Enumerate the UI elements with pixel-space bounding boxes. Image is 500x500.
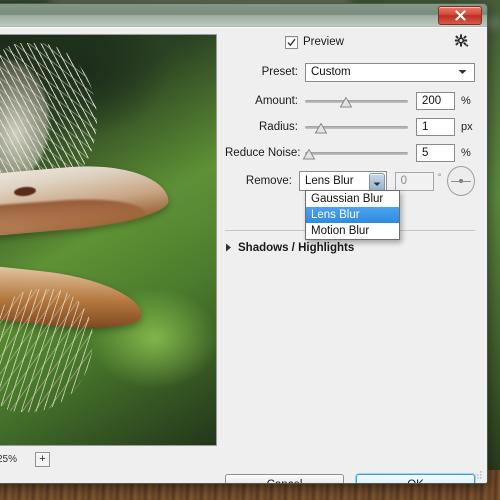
reduce-noise-unit: %	[455, 147, 475, 159]
close-window-button[interactable]	[438, 6, 482, 25]
preview-checkbox-label[interactable]: Preview	[303, 36, 344, 48]
radius-label: Radius:	[225, 121, 305, 133]
angle-degree-symbol: °	[438, 170, 442, 182]
close-x-icon	[454, 10, 467, 21]
radius-value-field[interactable]: 1	[416, 118, 455, 136]
dialog-button-bar: Cancel OK	[225, 474, 475, 484]
image-preview-pane[interactable]	[0, 34, 217, 446]
preset-value: Custom	[311, 66, 351, 78]
amount-label: Amount:	[225, 95, 305, 107]
preset-select[interactable]: Custom	[305, 63, 475, 82]
reduce-noise-slider-thumb[interactable]	[303, 147, 316, 158]
dropdown-option-lens-blur[interactable]: Lens Blur	[306, 207, 399, 223]
smart-sharpen-dialog: 25% + Preview	[0, 3, 488, 484]
remove-value: Lens Blur	[305, 175, 354, 187]
radius-row: Radius: 1 px	[225, 116, 475, 138]
preview-row: Preview	[225, 32, 475, 52]
chevron-down-icon	[458, 66, 467, 78]
dialog-titlebar[interactable]	[0, 4, 487, 27]
bird-bristles	[0, 289, 93, 412]
angle-dial[interactable]	[447, 166, 475, 196]
amount-slider[interactable]	[305, 93, 408, 109]
remove-dropdown-list[interactable]: Gaussian Blur Lens Blur Motion Blur	[305, 190, 400, 240]
remove-label: Remove:	[225, 175, 299, 187]
gear-icon[interactable]	[453, 33, 469, 49]
triangle-right-icon	[225, 239, 232, 257]
radius-unit: px	[455, 121, 475, 133]
amount-slider-track	[305, 100, 408, 103]
reduce-noise-slider-track	[305, 152, 408, 155]
amount-row: Amount: 200 %	[225, 90, 475, 112]
preset-row: Preset: Custom	[225, 61, 475, 83]
checkmark-icon	[287, 38, 296, 47]
dropdown-option-motion-blur[interactable]: Motion Blur	[306, 223, 399, 239]
shadows-highlights-section[interactable]: Shadows / Highlights	[225, 239, 354, 257]
cancel-button[interactable]: Cancel	[225, 474, 344, 484]
amount-unit: %	[455, 95, 475, 107]
remove-select[interactable]: Lens Blur	[299, 171, 387, 191]
controls-panel: Preview	[225, 32, 475, 483]
chevron-down-icon	[373, 182, 381, 187]
radius-slider-thumb[interactable]	[315, 121, 328, 132]
dialog-client-area: 25% + Preview	[0, 27, 487, 483]
dropdown-option-gaussian-blur[interactable]: Gaussian Blur	[306, 191, 399, 207]
ok-button[interactable]: OK	[356, 474, 475, 484]
resize-grip[interactable]	[473, 470, 483, 480]
reduce-noise-value-field[interactable]: 5	[416, 144, 455, 162]
reduce-noise-label: Reduce Noise:	[225, 147, 305, 159]
angle-dial-hub	[459, 179, 463, 183]
preview-image	[0, 35, 216, 445]
preview-checkbox[interactable]	[285, 36, 298, 49]
remove-row: Remove: Lens Blur 0 ° Gaussian Blur	[225, 170, 475, 192]
reduce-noise-row: Reduce Noise: 5 %	[225, 142, 475, 164]
zoom-level-text: 25%	[0, 454, 17, 465]
amount-slider-thumb[interactable]	[340, 95, 353, 106]
amount-value-field[interactable]: 200	[416, 92, 455, 110]
reduce-noise-slider[interactable]	[305, 145, 408, 161]
shadows-highlights-label: Shadows / Highlights	[238, 242, 354, 254]
preset-label: Preset:	[225, 66, 305, 78]
angle-value-field[interactable]: 0	[395, 172, 434, 191]
zoom-in-button[interactable]: +	[35, 452, 50, 467]
preview-zoom-bar: 25% +	[0, 452, 50, 467]
radius-slider[interactable]	[305, 119, 408, 135]
